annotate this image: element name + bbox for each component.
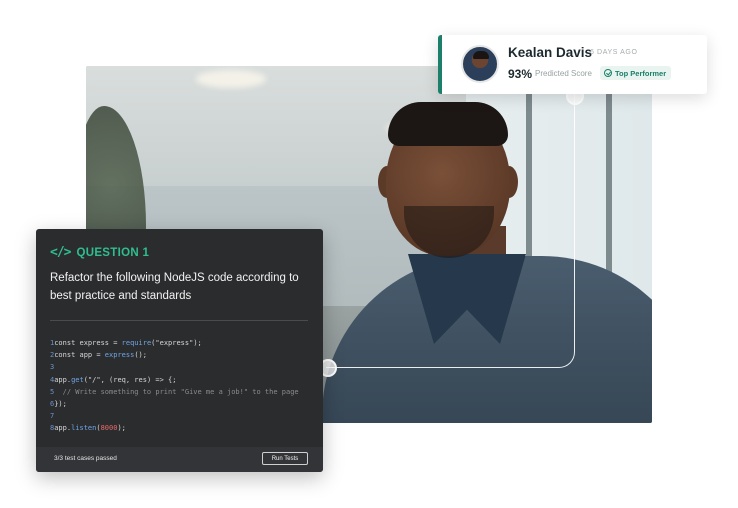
candidate-name: Kealan Davis	[508, 45, 593, 60]
code-line: 6});	[50, 400, 67, 409]
top-performer-badge: Top Performer	[600, 66, 672, 80]
question-prompt: Refactor the following NodeJS code accor…	[50, 272, 299, 302]
code-brackets-icon: </>	[50, 245, 72, 260]
predicted-score: 93%	[508, 67, 533, 81]
line-number: 2	[50, 351, 55, 360]
code-line: 1const express = require("express");	[50, 339, 202, 347]
code-line: 5 // Write something to print "Give me a…	[50, 387, 299, 396]
line-number: 6	[50, 400, 55, 409]
badge-label: Top Performer	[615, 68, 667, 78]
line-number: 1	[50, 339, 55, 347]
predicted-score-label: Predicted Score	[535, 69, 592, 78]
check-circle-icon	[604, 69, 612, 77]
connector-line	[326, 92, 575, 368]
question-header: </> QUESTION 1	[50, 245, 149, 260]
code-line: 2const app = express();	[50, 351, 147, 360]
candidate-profile-card[interactable]: Kealan Davis 6 DAYS AGO 93% Predicted Sc…	[438, 35, 707, 94]
divider	[50, 320, 308, 321]
code-line: 4app.get("/", (req, res) => {;	[50, 375, 177, 384]
code-line: 8app.listen(8000);	[50, 424, 126, 433]
line-number: 8	[50, 424, 55, 433]
line-number: 4	[50, 375, 55, 384]
code-line: 3	[50, 361, 299, 373]
line-number: 7	[50, 412, 55, 421]
code-line: 7	[50, 410, 299, 422]
question-card: </> QUESTION 1 Refactor the following No…	[36, 229, 323, 472]
question-footer: 3/3 test cases passed Run Tests	[36, 447, 323, 472]
question-number: QUESTION 1	[76, 246, 150, 259]
code-editor[interactable]: 1const express = require("express"); 2con…	[50, 337, 299, 435]
line-number: 3	[50, 363, 55, 372]
test-status: 3/3 test cases passed	[54, 455, 117, 462]
time-ago: 6 DAYS AGO	[590, 49, 638, 56]
run-tests-button[interactable]: Run Tests	[262, 452, 308, 465]
avatar	[461, 45, 499, 83]
